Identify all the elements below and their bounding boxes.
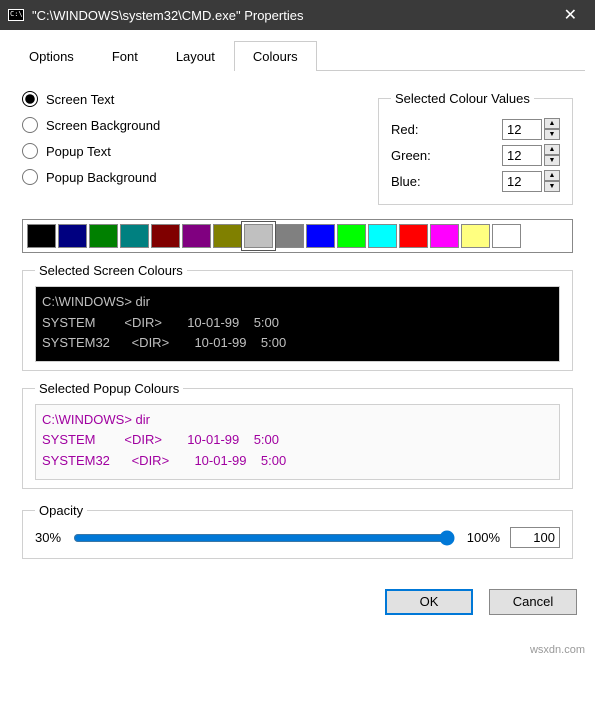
red-down-button[interactable]: ▼ [544, 129, 560, 140]
tab-font[interactable]: Font [93, 41, 157, 71]
close-button[interactable]: ✕ [554, 5, 587, 25]
opacity-min-label: 30% [35, 530, 61, 545]
selected-colour-values-group: Selected Colour Values Red: ▲ ▼ Green: ▲… [378, 91, 573, 205]
colour-swatch-2[interactable] [89, 224, 118, 248]
tab-content: Screen Text Screen Background Popup Text… [0, 71, 595, 579]
selected-colour-values-legend: Selected Colour Values [391, 91, 534, 106]
green-input[interactable] [502, 145, 542, 166]
green-label: Green: [391, 148, 502, 163]
opacity-max-label: 100% [467, 530, 500, 545]
colour-swatch-5[interactable] [182, 224, 211, 248]
popup-preview-group: Selected Popup Colours C:\WINDOWS> dir S… [22, 381, 573, 489]
blue-down-button[interactable]: ▼ [544, 181, 560, 192]
screen-preview-box: C:\WINDOWS> dir SYSTEM <DIR> 10-01-99 5:… [35, 286, 560, 362]
colour-swatch-7[interactable] [244, 224, 273, 248]
ok-button[interactable]: OK [385, 589, 473, 615]
red-up-button[interactable]: ▲ [544, 118, 560, 129]
radio-popup-background[interactable]: Popup Background [22, 169, 358, 185]
popup-preview-line: C:\WINDOWS> dir [42, 412, 150, 427]
app-icon [8, 9, 24, 21]
colour-swatch-9[interactable] [306, 224, 335, 248]
screen-preview-group: Selected Screen Colours C:\WINDOWS> dir … [22, 263, 573, 371]
colour-swatch-12[interactable] [399, 224, 428, 248]
blue-input[interactable] [502, 171, 542, 192]
colour-swatch-10[interactable] [337, 224, 366, 248]
radio-popup-text[interactable]: Popup Text [22, 143, 358, 159]
popup-preview-line: SYSTEM32 <DIR> 10-01-99 5:00 [42, 453, 286, 468]
red-label: Red: [391, 122, 502, 137]
colour-swatch-6[interactable] [213, 224, 242, 248]
colour-palette [22, 219, 573, 253]
radio-popup-background-label: Popup Background [46, 170, 157, 185]
colour-swatch-8[interactable] [275, 224, 304, 248]
dialog-buttons: OK Cancel [0, 579, 595, 629]
screen-preview-line: C:\WINDOWS> dir [42, 294, 150, 309]
popup-preview-line: SYSTEM <DIR> 10-01-99 5:00 [42, 432, 279, 447]
radio-screen-text[interactable]: Screen Text [22, 91, 358, 107]
colour-swatch-11[interactable] [368, 224, 397, 248]
tab-colours[interactable]: Colours [234, 41, 317, 71]
opacity-slider[interactable] [73, 528, 455, 548]
radio-popup-text-label: Popup Text [46, 144, 111, 159]
radio-popup-text-input[interactable] [22, 143, 38, 159]
green-up-button[interactable]: ▲ [544, 144, 560, 155]
radio-popup-background-input[interactable] [22, 169, 38, 185]
colour-swatch-0[interactable] [27, 224, 56, 248]
blue-label: Blue: [391, 174, 502, 189]
opacity-group: Opacity 30% 100% [22, 503, 573, 559]
colour-swatch-13[interactable] [430, 224, 459, 248]
red-input[interactable] [502, 119, 542, 140]
radio-screen-background-input[interactable] [22, 117, 38, 133]
tab-options[interactable]: Options [10, 41, 93, 71]
watermark: wsxdn.com [530, 644, 585, 656]
popup-preview-legend: Selected Popup Colours [35, 381, 183, 396]
cancel-button[interactable]: Cancel [489, 589, 577, 615]
opacity-legend: Opacity [35, 503, 87, 518]
blue-up-button[interactable]: ▲ [544, 170, 560, 181]
radio-screen-background[interactable]: Screen Background [22, 117, 358, 133]
colour-swatch-4[interactable] [151, 224, 180, 248]
colour-target-radio-group: Screen Text Screen Background Popup Text… [22, 91, 358, 205]
colour-swatch-15[interactable] [492, 224, 521, 248]
colour-swatch-14[interactable] [461, 224, 490, 248]
green-down-button[interactable]: ▼ [544, 155, 560, 166]
screen-preview-legend: Selected Screen Colours [35, 263, 187, 278]
tab-layout[interactable]: Layout [157, 41, 234, 71]
popup-preview-box: C:\WINDOWS> dir SYSTEM <DIR> 10-01-99 5:… [35, 404, 560, 480]
tab-strip: Options Font Layout Colours [10, 40, 585, 71]
radio-screen-background-label: Screen Background [46, 118, 160, 133]
blue-spinner: ▲ ▼ [544, 170, 560, 192]
green-spinner: ▲ ▼ [544, 144, 560, 166]
opacity-input[interactable] [510, 527, 560, 548]
red-spinner: ▲ ▼ [544, 118, 560, 140]
radio-screen-text-input[interactable] [22, 91, 38, 107]
radio-screen-text-label: Screen Text [46, 92, 114, 107]
screen-preview-line: SYSTEM32 <DIR> 10-01-99 5:00 [42, 335, 286, 350]
titlebar: "C:\WINDOWS\system32\CMD.exe" Properties… [0, 0, 595, 30]
screen-preview-line: SYSTEM <DIR> 10-01-99 5:00 [42, 315, 279, 330]
colour-swatch-1[interactable] [58, 224, 87, 248]
window-title: "C:\WINDOWS\system32\CMD.exe" Properties [32, 8, 303, 23]
colour-swatch-3[interactable] [120, 224, 149, 248]
